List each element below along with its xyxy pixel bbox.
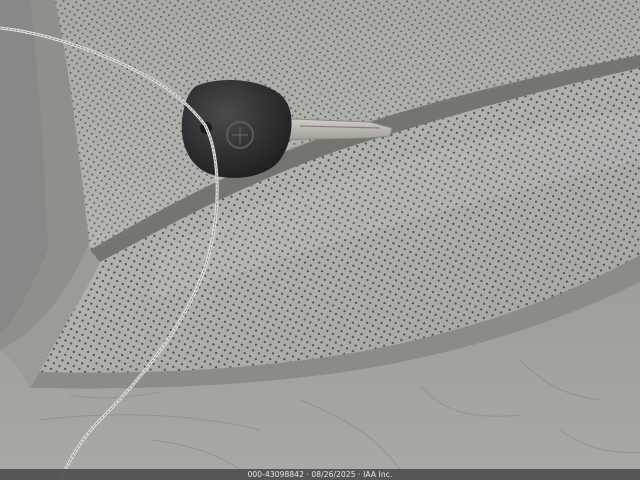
- watermark-text: 000-43098842 · 08/26/2025 · IAA Inc.: [247, 470, 393, 479]
- photo-scene: 000-43098842 · 08/26/2025 · IAA Inc.: [0, 0, 640, 480]
- key-fob: [181, 80, 292, 178]
- watermark-bar: 000-43098842 · 08/26/2025 · IAA Inc.: [0, 469, 640, 480]
- photo-canvas: [0, 0, 640, 480]
